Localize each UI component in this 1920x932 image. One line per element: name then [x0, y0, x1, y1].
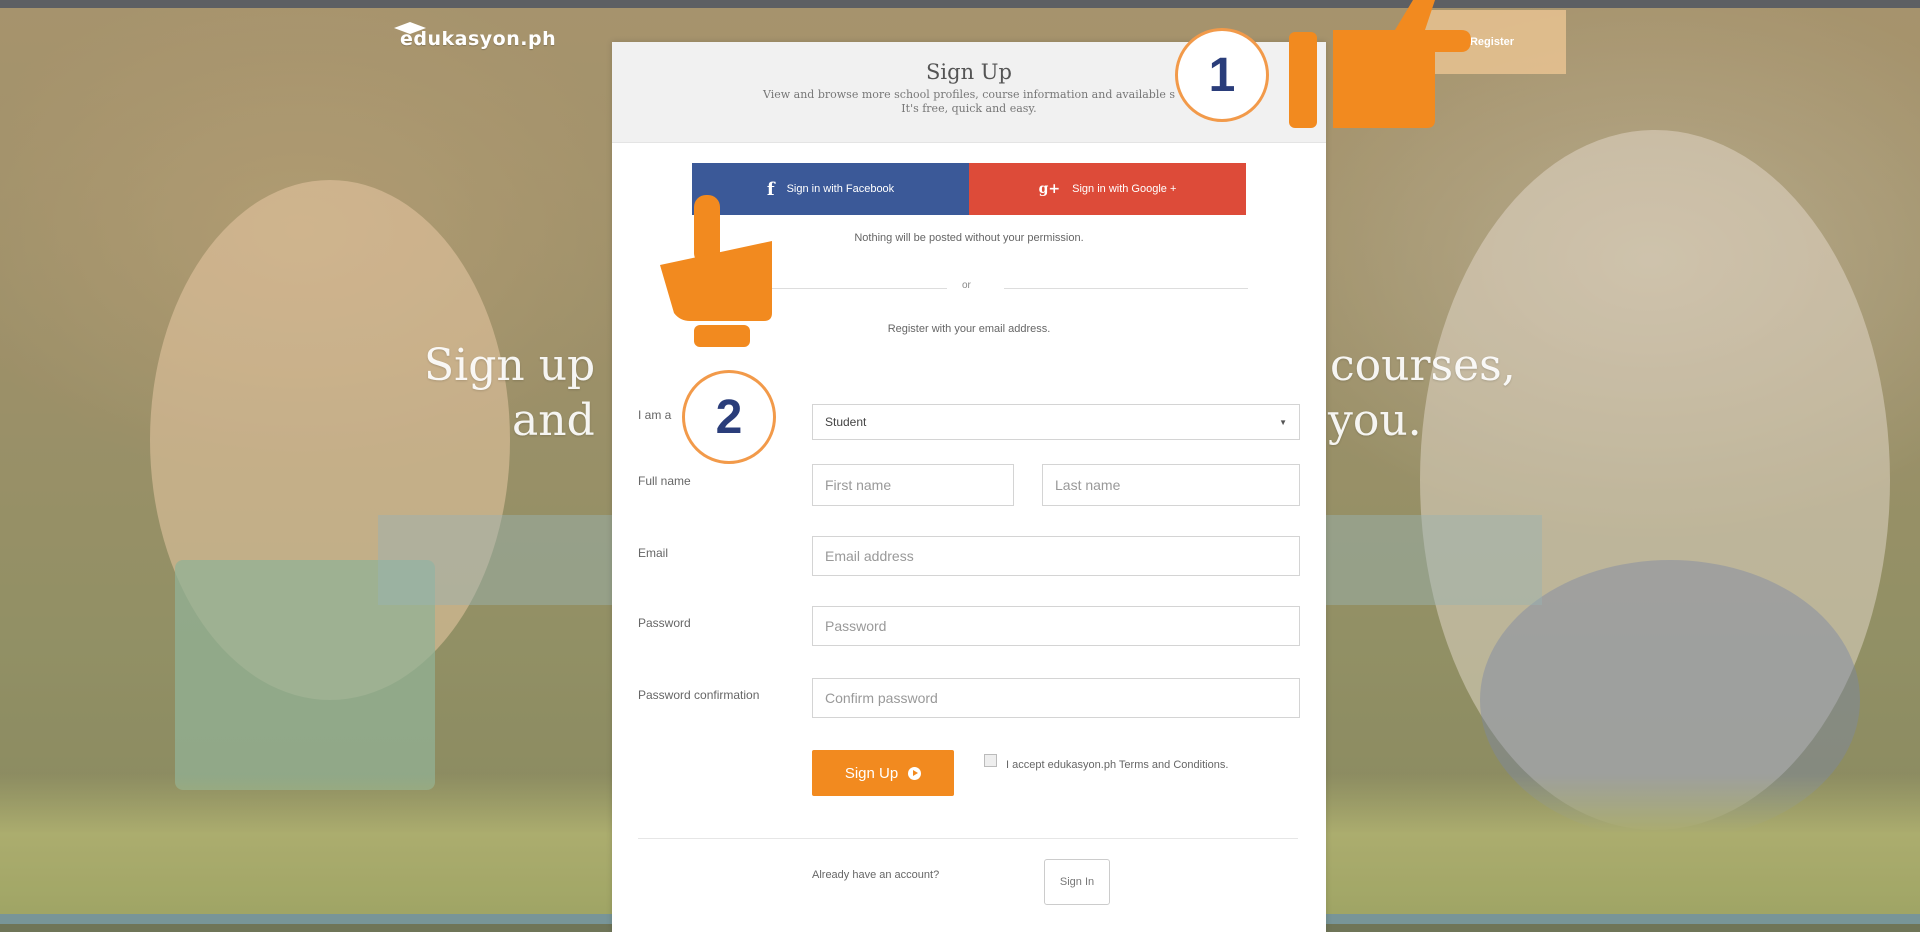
divider-left: [772, 288, 947, 289]
signup-modal: Sign Up View and browse more school prof…: [612, 42, 1326, 932]
signup-submit-label: Sign Up: [844, 764, 899, 782]
first-name-input[interactable]: [812, 464, 1014, 506]
hero-text-left-2: and: [512, 395, 595, 446]
pointing-hand-icon: [1289, 0, 1471, 128]
divider-right: [1004, 288, 1248, 289]
google-signin-button[interactable]: g+ Sign in with Google +: [969, 163, 1246, 215]
signup-submit-button[interactable]: Sign Up: [812, 750, 954, 796]
facebook-signin-label: Sign in with Facebook: [786, 183, 895, 195]
step-2-marker: 2: [682, 370, 776, 464]
role-select[interactable]: Student ▼: [812, 404, 1300, 440]
pointing-hand-icon: [660, 195, 772, 347]
confirm-password-input[interactable]: [812, 678, 1300, 718]
arrow-circle-icon: [908, 766, 922, 780]
graduation-cap-icon: [394, 22, 426, 34]
terms-label: I accept edukasyon.ph Terms and Conditio…: [1006, 759, 1229, 771]
role-select-value: Student: [825, 415, 867, 429]
password-input[interactable]: [812, 606, 1300, 646]
already-account-text: Already have an account?: [812, 869, 940, 881]
password-label: Password: [638, 616, 691, 630]
email-input[interactable]: [812, 536, 1300, 576]
site-logo[interactable]: edukasyon.ph: [390, 22, 556, 50]
full-name-label: Full name: [638, 474, 691, 488]
password-confirmation-label: Password confirmation: [638, 688, 760, 702]
footer-divider: [638, 838, 1298, 839]
google-plus-icon: g+: [1038, 181, 1061, 197]
email-label: Email: [638, 546, 669, 560]
role-label: I am a: [638, 408, 672, 422]
step-1-marker: 1: [1175, 28, 1269, 122]
hero-text-right-2: you.: [1328, 395, 1422, 446]
dropdown-caret-icon: ▼: [1279, 417, 1287, 427]
or-separator: or: [962, 280, 971, 291]
signin-button[interactable]: Sign In: [1044, 859, 1110, 905]
hero-text-left-1: Sign up: [424, 340, 596, 391]
last-name-input[interactable]: [1042, 464, 1300, 506]
terms-checkbox[interactable]: [984, 754, 997, 767]
google-signin-label: Sign in with Google +: [1072, 183, 1177, 195]
hero-text-right-1: courses,: [1330, 340, 1516, 391]
